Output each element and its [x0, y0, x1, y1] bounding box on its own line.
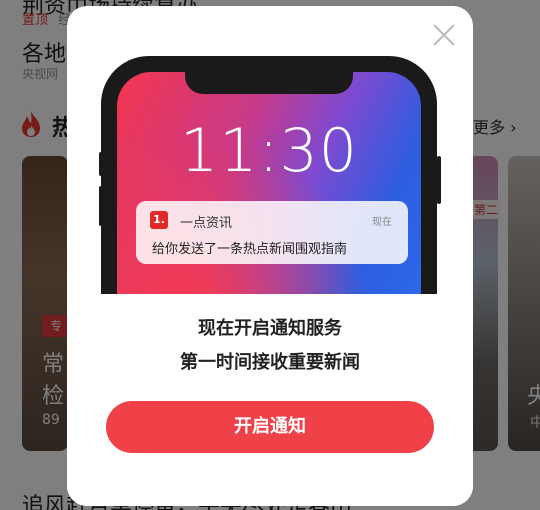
- app-logo-icon: 1.: [150, 211, 168, 229]
- phone-side-button: [99, 186, 103, 226]
- notification-app-name: 一点资讯: [180, 216, 233, 231]
- enable-notifications-button[interactable]: 开启通知: [106, 401, 434, 453]
- dialog-subtitle: 第一时间接收重要新闻: [180, 352, 360, 373]
- lock-screen-time: 11:30: [180, 116, 358, 186]
- phone-notch: [185, 72, 353, 94]
- phone-side-button: [437, 156, 441, 204]
- close-icon[interactable]: [429, 20, 459, 50]
- phone-illustration: 11:30 1. 一点资讯 现在 给你发送了一条热点新闻围观指南: [67, 6, 473, 372]
- notification-message: 给你发送了一条热点新闻围观指南: [152, 242, 348, 257]
- sample-notification: 1. 一点资讯 现在 给你发送了一条热点新闻围观指南: [136, 201, 408, 264]
- phone-side-button: [99, 152, 103, 176]
- notification-time: 现在: [372, 217, 392, 228]
- notification-permission-dialog: 11:30 1. 一点资讯 现在 给你发送了一条热点新闻围观指南 现在开启通知服…: [67, 6, 473, 506]
- dialog-title: 现在开启通知服务: [198, 318, 342, 339]
